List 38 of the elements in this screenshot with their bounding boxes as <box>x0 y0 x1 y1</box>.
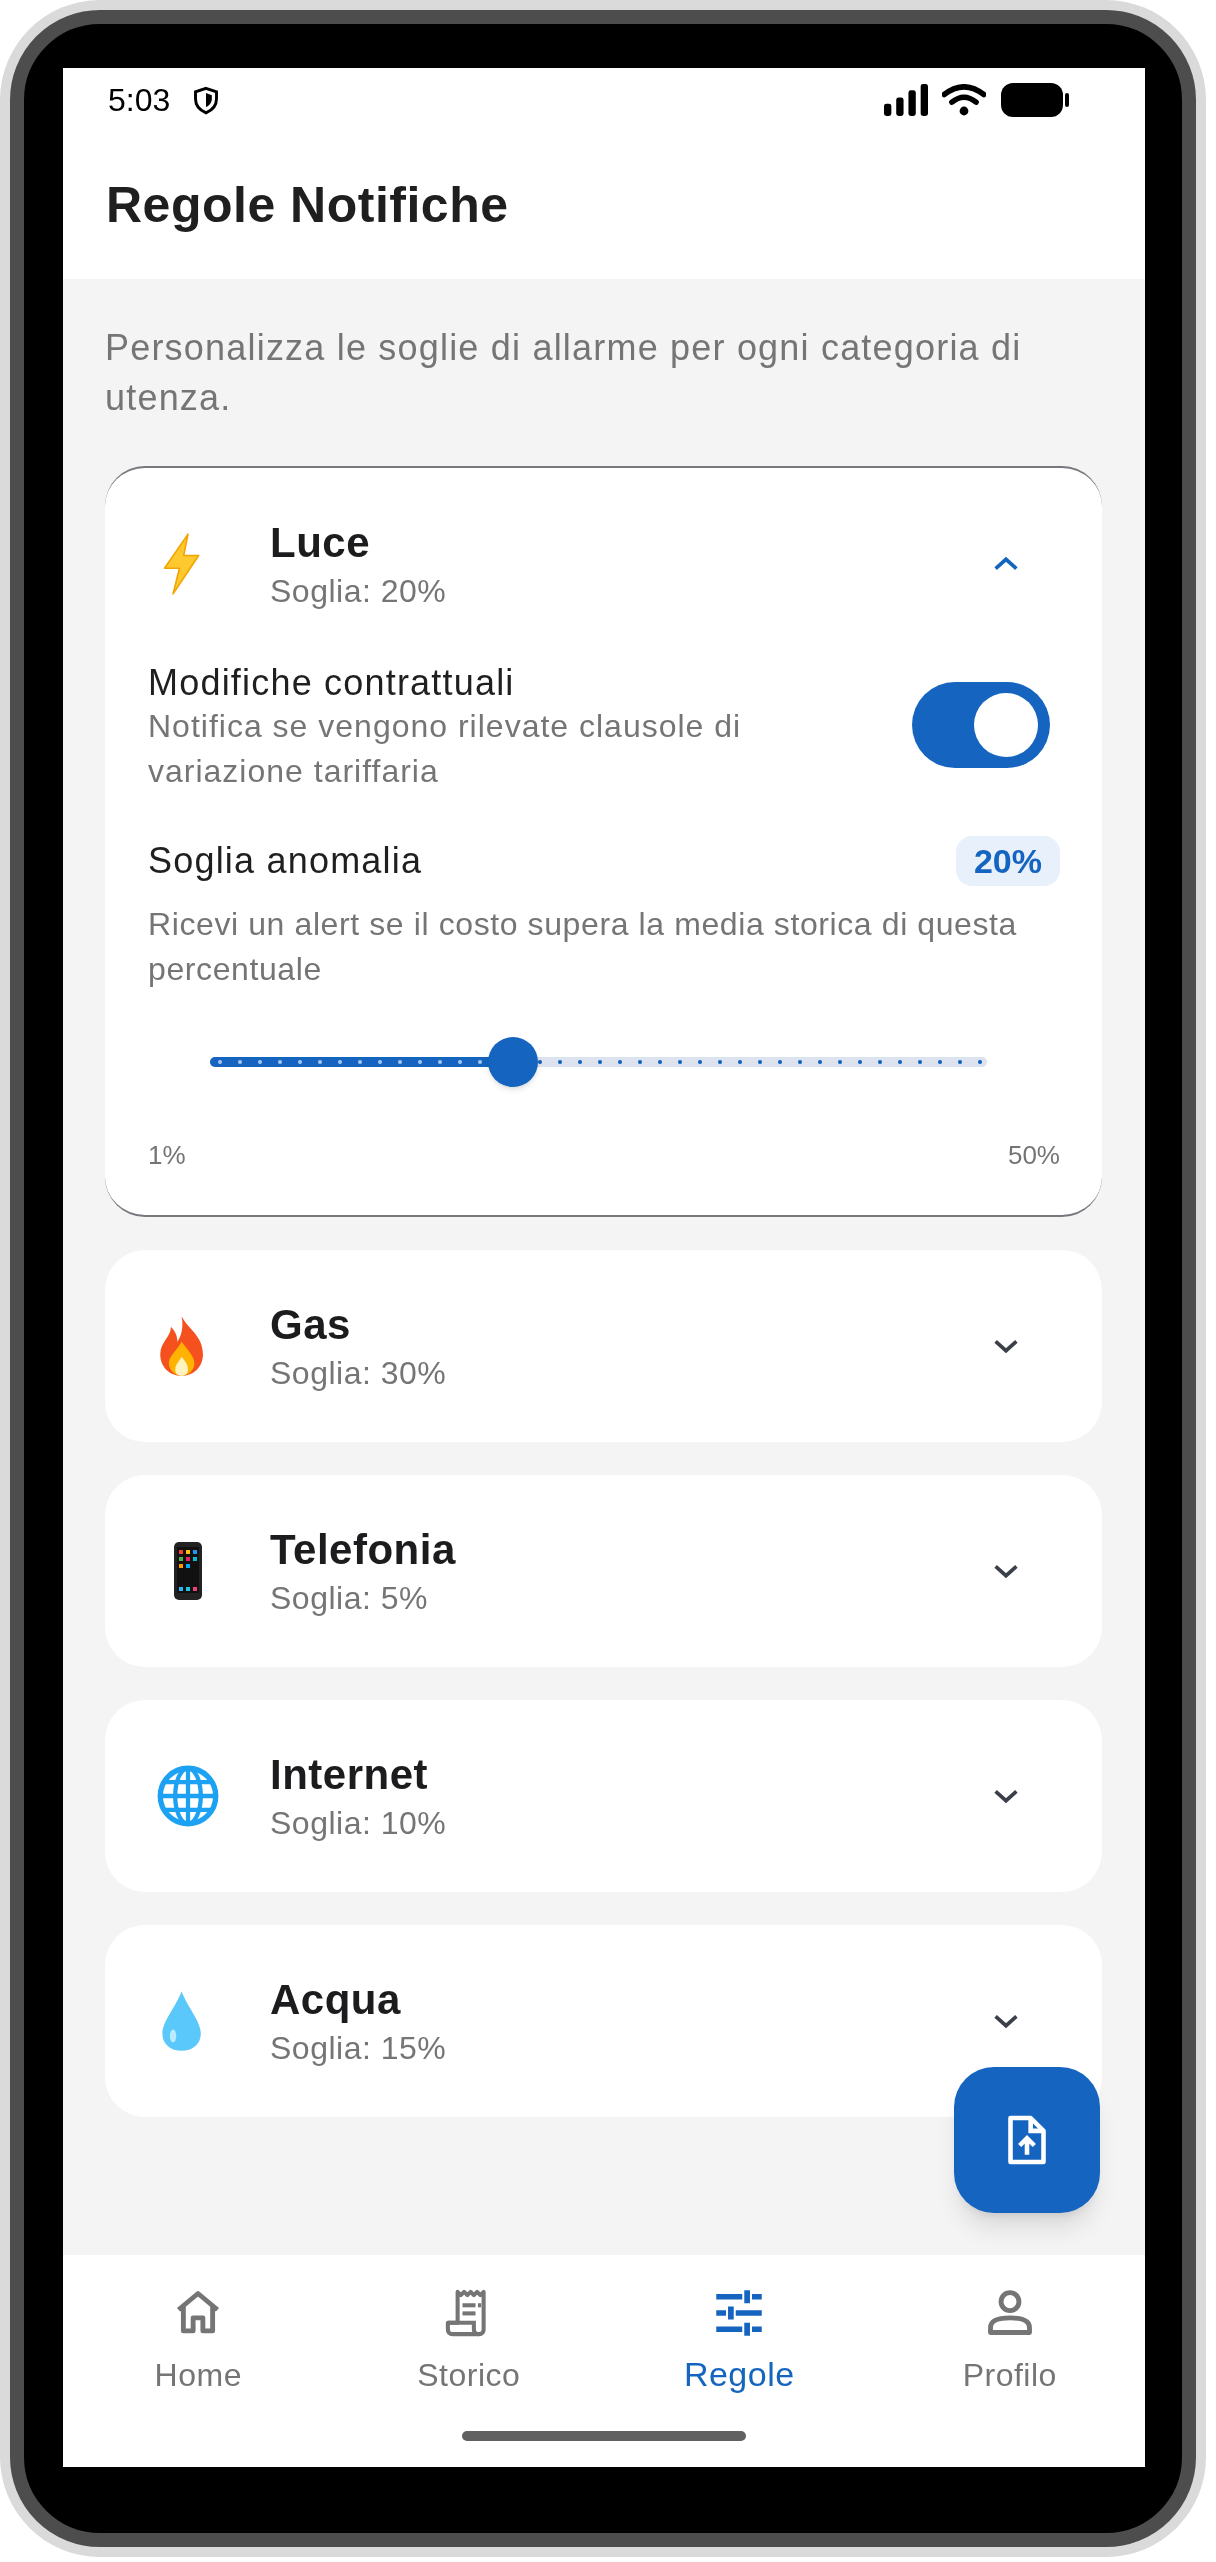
max-label: 50% <box>1007 1139 1060 1172</box>
category-name: Internet <box>270 1750 429 1800</box>
description-text: Personalizza le soglie di allarme per ogni categoria di utenza. <box>105 326 1023 420</box>
battery-icon <box>1000 83 1070 117</box>
threshold-text: Soglia: 20% <box>270 572 448 611</box>
wifi-icon <box>942 84 986 116</box>
category-header[interactable]: Internet Soglia: 10% <box>105 1700 1102 1892</box>
category-name: Gas <box>270 1300 352 1350</box>
file-upload-icon <box>1005 2113 1049 2167</box>
category-name: Luce <box>270 518 372 568</box>
nav-tab[interactable]: Regole <box>604 2255 875 2415</box>
smartphone-icon <box>172 1541 203 1601</box>
upload-document-button[interactable] <box>954 2067 1100 2213</box>
category-header[interactable]: Luce Soglia: 20% <box>105 468 1102 660</box>
category-header[interactable]: Acqua Soglia: 15% <box>105 1925 1102 2117</box>
clock-time: 5:03 <box>108 81 171 120</box>
threshold-text: Soglia: 15% <box>270 2029 448 2068</box>
slider-thumb[interactable] <box>488 1037 538 1087</box>
nav-tab[interactable]: Storico <box>333 2255 604 2415</box>
signal-icon <box>884 84 928 116</box>
category-name: Telefonia <box>270 1525 457 1575</box>
shield-icon <box>192 85 221 115</box>
value-badge: 20% <box>955 836 1060 886</box>
nav-tab[interactable]: Profilo <box>874 2255 1145 2415</box>
globe-icon <box>155 1764 220 1828</box>
setting-title: Modifiche contrattuali <box>148 662 516 704</box>
threshold-text: Soglia: 5% <box>270 1579 429 1618</box>
threshold-text: Soglia: 30% <box>270 1354 448 1393</box>
page-title: Regole Notifiche <box>106 176 509 235</box>
min-label: 1% <box>148 1139 186 1172</box>
threshold-text: Soglia: 10% <box>270 1804 448 1843</box>
category-header[interactable]: Telefonia Soglia: 5% <box>105 1475 1102 1667</box>
category-name: Acqua <box>270 1975 402 2025</box>
setting-title: Soglia anomalia <box>148 839 423 883</box>
nav-tab[interactable]: Home <box>63 2255 334 2415</box>
setting-description: Ricevi un alert se il costo supera la media storica di questa percentuale <box>148 905 1018 989</box>
setting-description: Notifica se vengono rilevate clausole di variazione tariffaria <box>148 707 743 791</box>
category-header[interactable]: Gas Soglia: 30% <box>105 1250 1102 1442</box>
